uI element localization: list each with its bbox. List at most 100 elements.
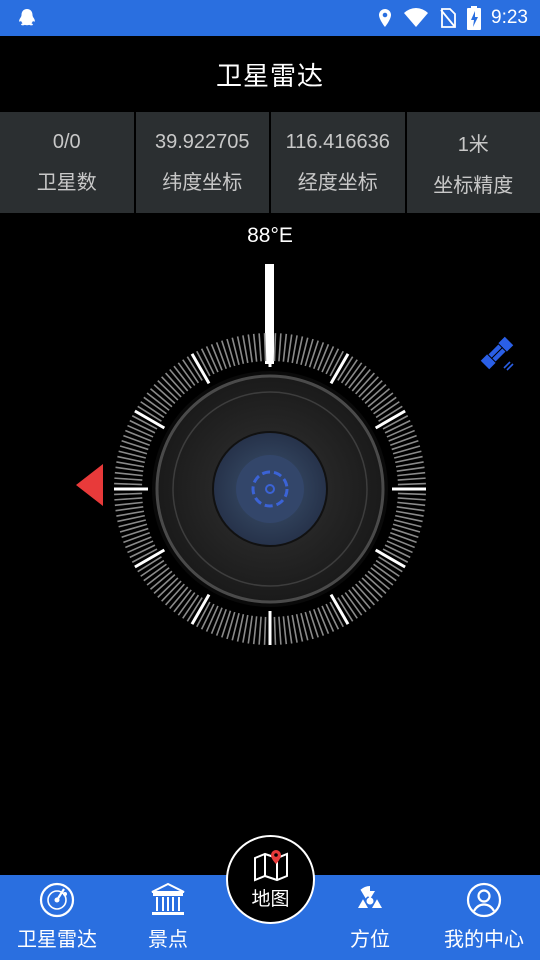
stat-value: 116.416636 xyxy=(285,130,390,153)
stat-latitude: 39.922705 纬度坐标 xyxy=(135,112,269,213)
no-sim-icon xyxy=(440,8,456,28)
compass-minor-tick xyxy=(395,461,424,468)
nav-item-radar[interactable]: 卫星雷达 xyxy=(10,875,104,960)
compass-minor-tick xyxy=(200,603,215,630)
compass-minor-tick xyxy=(273,333,277,362)
qq-icon xyxy=(19,9,35,26)
landmark-icon xyxy=(151,882,185,915)
compass-minor-tick xyxy=(258,333,262,362)
stat-label: 经度坐标 xyxy=(297,169,378,194)
title-bar: 卫星雷达 xyxy=(0,36,540,112)
compass-minor-tick xyxy=(263,616,267,645)
stat-accuracy: 1米 坐标精度 xyxy=(406,112,540,213)
compass-minor-tick xyxy=(215,609,227,636)
compass-minor-tick xyxy=(114,501,143,507)
compass-minor-tick xyxy=(282,333,288,362)
compass-minor-tick xyxy=(325,603,340,630)
status-bar: 9:23 xyxy=(0,0,540,36)
nav-label: 地图 xyxy=(251,888,290,910)
compass-minor-tick xyxy=(390,434,417,446)
compass-minor-tick xyxy=(263,333,267,362)
compass-minor-tick xyxy=(321,605,335,632)
status-time: 9:23 xyxy=(491,7,528,28)
compass-minor-tick xyxy=(386,424,413,438)
compass-minor-tick xyxy=(287,615,293,644)
compass-minor-tick xyxy=(252,616,258,645)
stat-value: 0/0 xyxy=(52,130,81,153)
compass-minor-tick xyxy=(291,335,298,364)
compass-minor-tick xyxy=(205,605,219,632)
compass-minor-tick xyxy=(273,616,277,645)
compass-minor-tick xyxy=(388,429,415,442)
compass-minor-tick xyxy=(397,501,426,507)
compass-minor-tick xyxy=(395,510,424,517)
map-button[interactable]: 地图 xyxy=(226,835,315,924)
compass-minor-tick xyxy=(200,348,215,375)
compass-minor-tick xyxy=(114,477,143,481)
compass-minor-tick xyxy=(397,477,426,481)
compass-minor-tick xyxy=(282,616,288,645)
nav-label: 卫星雷达 xyxy=(17,927,97,951)
compass-minor-tick xyxy=(396,506,425,512)
nav-item-profile[interactable]: 我的中心 xyxy=(432,875,536,960)
satellite-icon xyxy=(480,336,514,371)
compass-minor-tick xyxy=(125,536,152,549)
compass-minor-tick xyxy=(114,471,143,477)
radar-icon xyxy=(39,882,75,918)
compass-minor-tick xyxy=(397,497,426,501)
nav-item-direction[interactable]: 方位 xyxy=(325,875,415,960)
compass-minor-tick xyxy=(210,607,223,634)
compass-minor-tick xyxy=(388,536,415,549)
stat-label: 坐标精度 xyxy=(433,172,514,197)
stat-value: 39.922705 xyxy=(154,130,250,153)
compass-minor-tick xyxy=(215,342,227,369)
compass-minor-tick xyxy=(397,482,426,486)
stat-value: 1米 xyxy=(457,133,489,156)
compass-minor-tick xyxy=(127,540,154,554)
compass-minor-tick xyxy=(278,333,282,362)
compass-minor-tick xyxy=(115,466,144,472)
compass-minor-tick xyxy=(313,342,325,369)
compass-heading: 88°E xyxy=(247,224,293,247)
radiation-icon xyxy=(358,886,382,908)
stat-satellite-count: 0/0 卫星数 xyxy=(0,112,134,213)
compass-minor-tick xyxy=(129,544,156,559)
page-title: 卫星雷达 xyxy=(215,61,324,92)
compass-minor-tick xyxy=(396,466,425,472)
compass-minor-tick xyxy=(247,334,253,363)
stat-label: 纬度坐标 xyxy=(162,169,243,194)
nav-item-attractions[interactable]: 景点 xyxy=(122,875,214,960)
compass-lens-core xyxy=(236,455,304,523)
compass-minor-tick xyxy=(127,424,154,438)
compass-minor-tick xyxy=(242,335,249,364)
compass-minor-tick xyxy=(205,346,219,373)
compass-minor-tick xyxy=(317,607,330,634)
compass-minor-tick xyxy=(210,344,223,371)
nav-label: 景点 xyxy=(148,927,188,951)
compass-minor-tick xyxy=(116,461,145,468)
compass-minor-tick xyxy=(123,434,150,446)
compass-minor-tick xyxy=(317,344,330,371)
compass-minor-tick xyxy=(116,510,145,517)
compass-minor-tick xyxy=(386,540,413,554)
compass-dial xyxy=(76,264,426,645)
compass-minor-tick xyxy=(252,333,258,362)
compass-minor-tick xyxy=(313,609,325,636)
nav-label: 我的中心 xyxy=(444,927,524,951)
compass-minor-tick xyxy=(242,614,249,643)
user-icon xyxy=(466,882,502,918)
compass-minor-tick xyxy=(384,419,411,434)
compass-minor-tick xyxy=(258,616,262,645)
compass-minor-tick xyxy=(129,419,156,434)
compass-minor-tick xyxy=(247,615,253,644)
compass-minor-tick xyxy=(125,429,152,442)
compass-minor-tick xyxy=(287,334,293,363)
compass-minor-tick xyxy=(325,348,340,375)
compass-minor-tick xyxy=(397,492,426,496)
battery-charging-icon xyxy=(467,6,482,30)
compass-minor-tick xyxy=(390,532,417,544)
compass-minor-tick xyxy=(114,482,143,486)
compass-minor-tick xyxy=(114,492,143,496)
wifi-icon xyxy=(404,8,429,27)
stats-panel: 0/0 卫星数 39.922705 纬度坐标 116.416636 经度坐标 1… xyxy=(0,112,540,213)
